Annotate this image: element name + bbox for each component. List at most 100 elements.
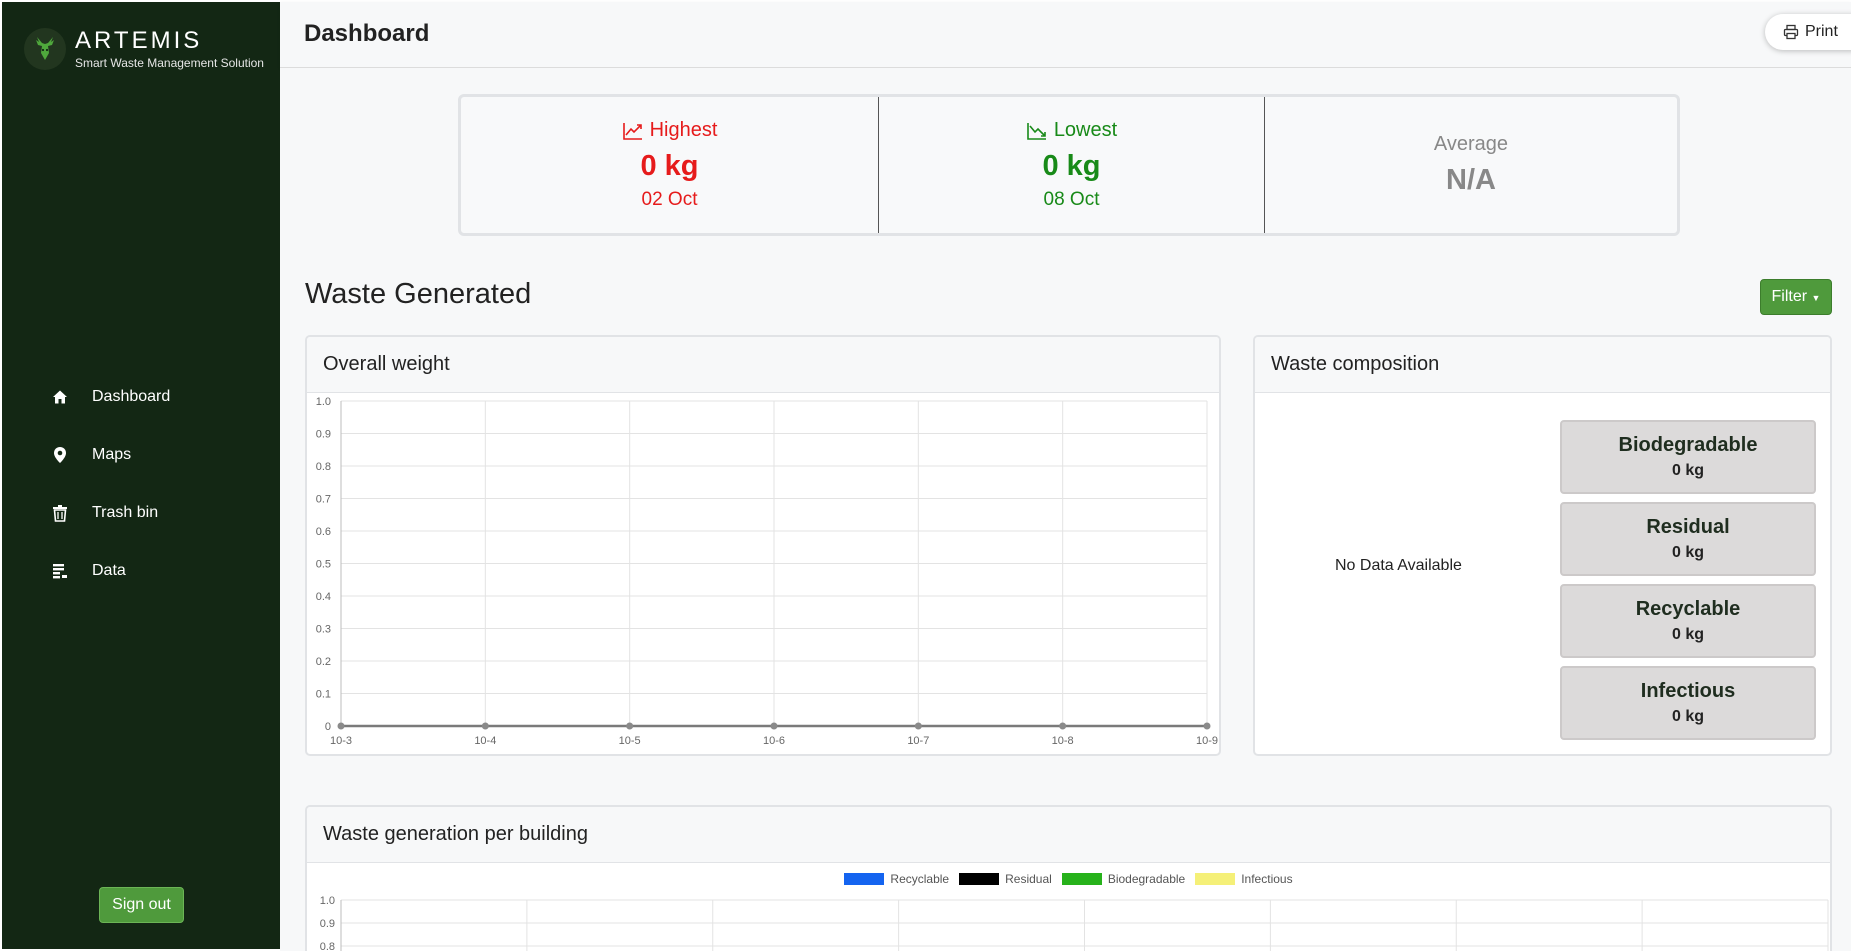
brand: ARTEMIS Smart Waste Management Solution bbox=[24, 28, 264, 70]
data-point[interactable] bbox=[626, 722, 634, 730]
legend-label: Infectious bbox=[1241, 872, 1293, 886]
y-tick-label: 0.9 bbox=[320, 918, 335, 930]
y-tick-label: 0.5 bbox=[316, 559, 331, 571]
legend-item-residual[interactable]: Residual bbox=[959, 872, 1052, 886]
stat-highest-label: Highest bbox=[649, 119, 718, 141]
legend-label: Recyclable bbox=[890, 872, 950, 886]
x-tick-label: 10-9 bbox=[1196, 735, 1218, 747]
sidebar-item-label: Dashboard bbox=[92, 388, 171, 405]
stat-lowest: Lowest 0 kg 08 Oct bbox=[878, 97, 1264, 233]
sidebar-item-trash-bin[interactable]: Trash bin bbox=[2, 484, 280, 542]
stat-lowest-date: 08 Oct bbox=[1043, 189, 1100, 210]
stat-average: Average N/A bbox=[1264, 97, 1677, 233]
page-title: Dashboard bbox=[304, 20, 430, 47]
stat-highest: Highest 0 kg 02 Oct bbox=[461, 97, 878, 233]
composition-name: Residual bbox=[1646, 516, 1730, 538]
sidebar-item-label: Data bbox=[92, 562, 126, 579]
y-tick-label: 0.3 bbox=[316, 624, 331, 636]
sidebar: ARTEMIS Smart Waste Management Solution … bbox=[2, 2, 280, 949]
overall-weight-title: Overall weight bbox=[307, 337, 1219, 393]
chart-legend: Recyclable Residual Biodegradable Infect… bbox=[307, 872, 1830, 886]
x-tick-label: 10-4 bbox=[474, 735, 496, 747]
sign-out-button[interactable]: Sign out bbox=[99, 887, 184, 923]
composition-name: Infectious bbox=[1640, 680, 1736, 702]
sidebar-item-maps[interactable]: Maps bbox=[2, 426, 280, 484]
filter-dropdown-button[interactable]: Filter ▼ bbox=[1760, 279, 1832, 315]
waste-composition-title: Waste composition bbox=[1255, 337, 1830, 393]
composition-value: 0 kg bbox=[1671, 626, 1704, 643]
waste-per-building-title: Waste generation per building bbox=[307, 807, 1830, 863]
trending-down-icon bbox=[1027, 122, 1046, 140]
composition-recyclable: Recyclable 0 kg bbox=[1560, 584, 1816, 658]
home-icon bbox=[50, 389, 70, 405]
trash-icon bbox=[50, 504, 70, 522]
stat-average-label: Average bbox=[1433, 133, 1509, 155]
y-tick-label: 1.0 bbox=[320, 895, 335, 907]
stat-highest-date: 02 Oct bbox=[641, 189, 698, 210]
stats-card: Highest 0 kg 02 Oct Lowest 0 kg 08 Oct A… bbox=[458, 94, 1680, 236]
brand-tagline: Smart Waste Management Solution bbox=[75, 55, 264, 70]
overall-weight-card: Overall weight 1.0 0.9 0.8 0.7 0.6 0.5 0.4 0.3 0… bbox=[305, 335, 1221, 756]
y-tick-label: 0 bbox=[325, 721, 331, 733]
stat-lowest-label: Lowest bbox=[1053, 119, 1118, 141]
y-tick-label: 0.1 bbox=[316, 689, 331, 701]
composition-value: 0 kg bbox=[1671, 462, 1704, 479]
caret-down-icon: ▼ bbox=[1811, 293, 1821, 303]
y-tick-label: 0.6 bbox=[316, 526, 331, 538]
legend-swatch bbox=[1195, 873, 1236, 885]
composition-name: Recyclable bbox=[1635, 598, 1741, 620]
legend-swatch bbox=[844, 873, 885, 885]
waste-composition-card: Waste composition No Data Available Biod… bbox=[1253, 335, 1832, 756]
x-tick-label: 10-7 bbox=[907, 735, 929, 747]
composition-value: 0 kg bbox=[1671, 708, 1704, 725]
printer-icon bbox=[1783, 24, 1799, 40]
print-button[interactable]: Print bbox=[1765, 14, 1851, 50]
deer-logo-icon bbox=[24, 28, 66, 70]
x-tick-label: 10-5 bbox=[619, 735, 641, 747]
x-tick-label: 10-3 bbox=[330, 735, 352, 747]
waste-generated-title: Waste Generated bbox=[305, 278, 532, 310]
composition-biodegradable: Biodegradable 0 kg bbox=[1560, 420, 1816, 494]
stat-highest-value: 0 kg bbox=[640, 150, 699, 182]
stat-lowest-value: 0 kg bbox=[1042, 150, 1101, 182]
legend-label: Biodegradable bbox=[1107, 872, 1186, 886]
legend-swatch bbox=[959, 873, 1000, 885]
composition-residual: Residual 0 kg bbox=[1560, 502, 1816, 576]
y-tick-label: 0.7 bbox=[316, 494, 331, 506]
waste-per-building-card: Waste generation per building Recyclable… bbox=[305, 805, 1832, 951]
composition-value: 0 kg bbox=[1671, 544, 1704, 561]
data-point[interactable] bbox=[1059, 722, 1067, 730]
composition-name: Biodegradable bbox=[1618, 434, 1758, 456]
sidebar-nav: Dashboard Maps Trash bin Data bbox=[2, 368, 280, 600]
waste-per-building-chart: 1.0 0.9 0.8 bbox=[320, 895, 1829, 951]
map-pin-icon bbox=[50, 446, 70, 464]
y-tick-label: 0.9 bbox=[316, 429, 331, 441]
trending-up-icon bbox=[622, 122, 642, 140]
x-tick-label: 10-6 bbox=[763, 735, 785, 747]
data-point[interactable] bbox=[1203, 722, 1211, 730]
composition-infectious: Infectious 0 kg bbox=[1560, 666, 1816, 740]
overall-weight-chart: 1.0 0.9 0.8 0.7 0.6 0.5 0.4 0.3 0.2 0.1 0 10-3 10-4 1… bbox=[316, 396, 1218, 747]
sidebar-item-data[interactable]: Data bbox=[2, 542, 280, 600]
filter-label: Filter bbox=[1771, 288, 1808, 305]
data-icon bbox=[50, 563, 70, 579]
legend-item-biodegradable[interactable]: Biodegradable bbox=[1061, 872, 1186, 886]
top-bar: Dashboard bbox=[280, 2, 1851, 68]
print-label: Print bbox=[1805, 23, 1838, 40]
y-tick-label: 0.2 bbox=[316, 656, 331, 668]
legend-label: Residual bbox=[1005, 872, 1052, 886]
y-tick-label: 0.8 bbox=[320, 941, 335, 951]
data-point[interactable] bbox=[914, 722, 922, 730]
sidebar-item-label: Trash bin bbox=[92, 504, 159, 521]
sidebar-item-dashboard[interactable]: Dashboard bbox=[2, 368, 280, 426]
y-tick-label: 0.8 bbox=[316, 461, 331, 473]
data-point[interactable] bbox=[481, 722, 489, 730]
data-point[interactable] bbox=[770, 722, 778, 730]
y-tick-label: 1.0 bbox=[316, 396, 331, 408]
legend-item-recyclable[interactable]: Recyclable bbox=[844, 872, 949, 886]
no-data-text: No Data Available bbox=[1335, 557, 1462, 574]
legend-item-infectious[interactable]: Infectious bbox=[1195, 872, 1293, 886]
brand-name: ARTEMIS bbox=[75, 26, 203, 54]
data-point[interactable] bbox=[337, 722, 345, 730]
x-tick-label: 10-8 bbox=[1052, 735, 1074, 747]
